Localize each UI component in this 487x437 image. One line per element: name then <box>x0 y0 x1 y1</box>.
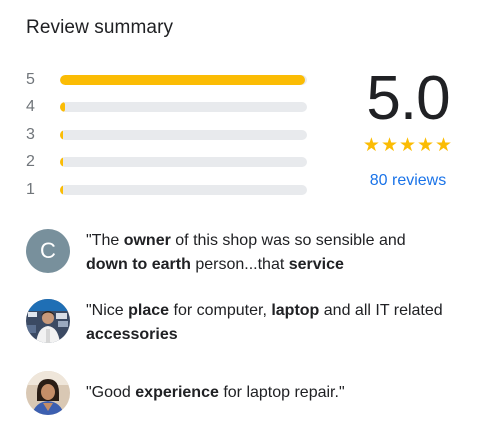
rating-row-1[interactable]: 1 <box>26 176 316 204</box>
review-snippet[interactable]: C "The owner of this shop was so sensibl… <box>26 229 406 277</box>
reviewer-avatar-person-photo <box>26 371 70 415</box>
rating-row-4[interactable]: 4 <box>26 94 316 122</box>
rating-bar-fill <box>60 184 63 195</box>
review-snippet-text: "Good experience for laptop repair." <box>86 371 345 415</box>
snippet-highlight: laptop <box>271 302 320 319</box>
review-snippet-text: "Nice place for computer, laptop and all… <box>86 299 443 347</box>
rating-bar-track <box>60 184 307 195</box>
rating-distribution: 5 4 3 2 1 <box>26 66 316 204</box>
rating-row-5[interactable]: 5 <box>26 66 316 94</box>
snippet-text-part: "Nice <box>86 302 129 319</box>
snippet-text-part: person...that <box>190 256 289 273</box>
rating-row-label: 4 <box>26 98 35 116</box>
snippet-text-part: of this shop was so sensible and <box>170 232 406 249</box>
rating-row-2[interactable]: 2 <box>26 149 316 177</box>
snippet-highlight: experience <box>135 384 219 401</box>
snippet-text-part: for computer, <box>169 302 272 319</box>
snippet-highlight: place <box>128 302 170 319</box>
snippet-text-part: "The <box>86 232 124 249</box>
rating-bar-fill <box>60 74 305 85</box>
rating-row-label: 2 <box>26 153 35 171</box>
review-summary-title: Review summary <box>26 17 174 38</box>
review-snippet-text: "The owner of this shop was so sensible … <box>86 229 406 277</box>
review-snippet[interactable]: "Nice place for computer, laptop and all… <box>26 299 443 347</box>
rating-bar-track <box>60 74 307 85</box>
rating-bar-track <box>60 102 307 113</box>
average-rating-value: 5.0 <box>366 64 450 133</box>
snippet-text-part: for laptop repair." <box>218 384 345 401</box>
snippet-highlight: owner <box>123 232 171 249</box>
star-rating-icons: ★★★★★ <box>362 135 454 156</box>
snippet-highlight: service <box>288 256 344 273</box>
rating-bar-track <box>60 129 307 140</box>
rating-row-label: 3 <box>26 125 35 143</box>
rating-bar-fill <box>60 157 63 168</box>
rating-row-label: 1 <box>26 180 35 198</box>
overall-score: 5.0 ★★★★★ 80 reviews <box>352 66 464 190</box>
reviewer-avatar-shop-photo <box>26 299 70 343</box>
review-snippet[interactable]: "Good experience for laptop repair." <box>26 371 345 415</box>
reviewer-avatar: C <box>26 229 70 273</box>
rating-bar-fill <box>60 129 63 140</box>
snippet-text-part: "Good <box>86 384 136 401</box>
snippet-highlight: accessories <box>86 326 178 343</box>
snippet-highlight: down to earth <box>86 256 191 273</box>
snippet-text-part: and all IT related <box>319 302 443 319</box>
rating-bar-track <box>60 157 307 168</box>
rating-bar-fill <box>60 102 65 113</box>
rating-row-label: 5 <box>26 70 35 88</box>
review-summary-panel: Review summary 5 4 3 2 1 5.0 ★★★★★ 80 re… <box>0 0 487 437</box>
rating-row-3[interactable]: 3 <box>26 121 316 149</box>
reviews-count-link[interactable]: 80 reviews <box>352 172 464 190</box>
